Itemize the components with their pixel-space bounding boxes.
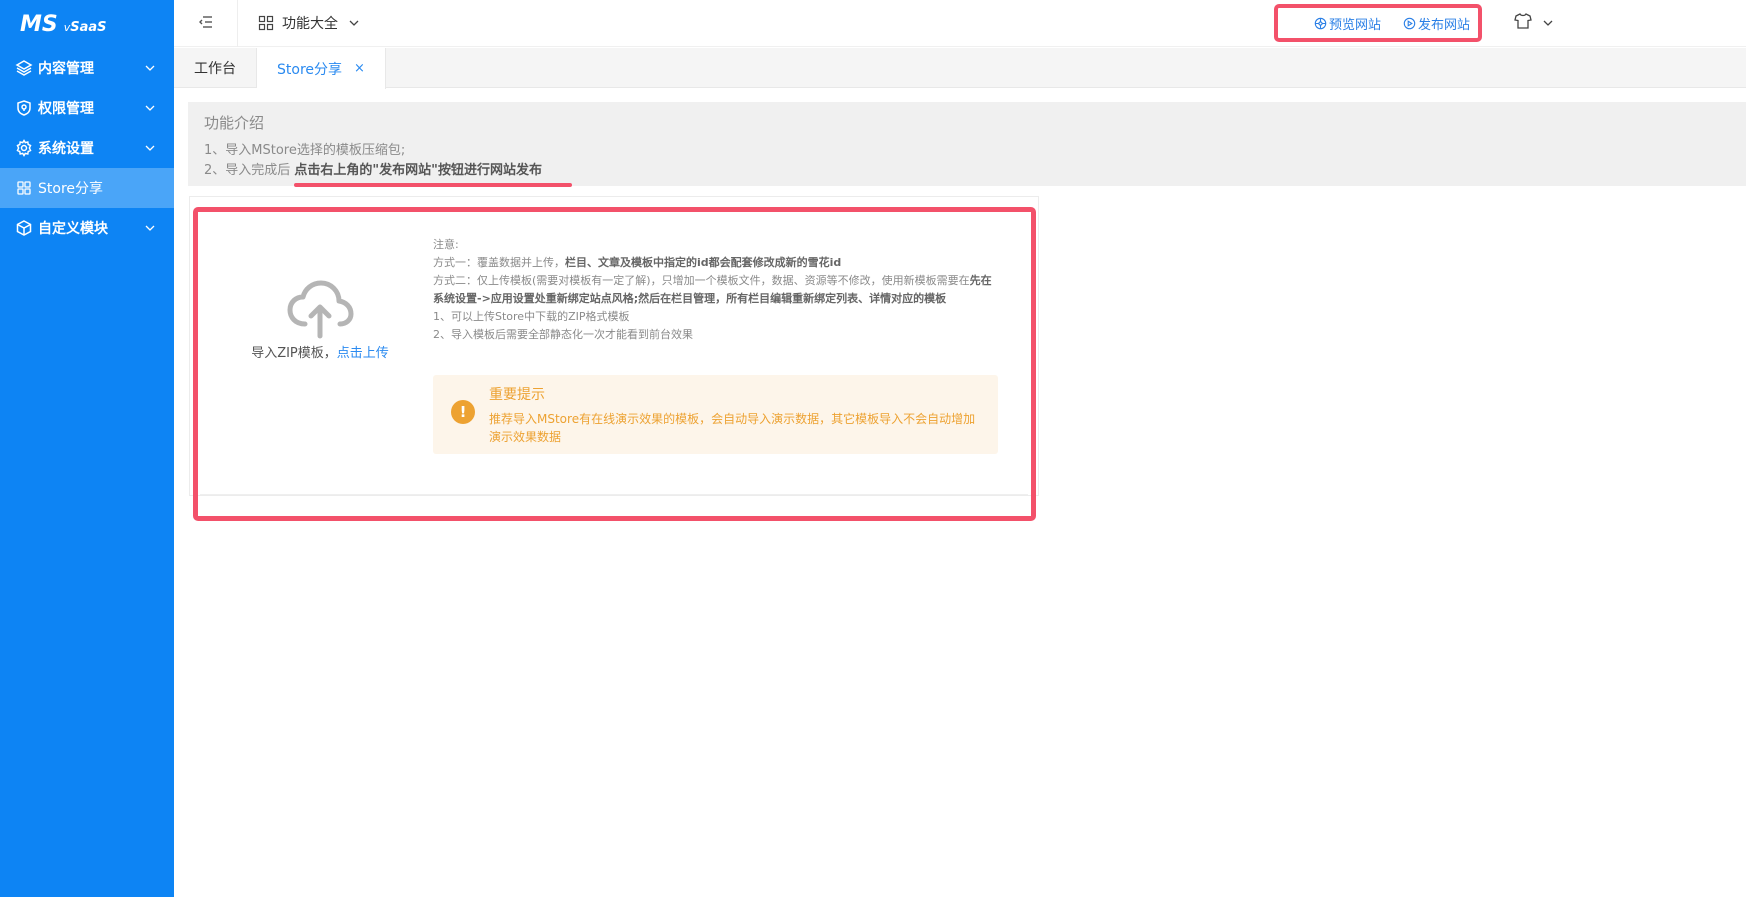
site-actions: 预览网站 发布网站 — [1274, 4, 1482, 42]
close-icon[interactable]: × — [354, 61, 365, 76]
sidebar: MS v SaaS 内容管理 权限管理 系统设置 Store分享 自定义模块 — [0, 0, 174, 897]
chevron-down-icon — [144, 222, 156, 234]
collapse-sidebar-button[interactable] — [174, 0, 238, 47]
sidebar-item-content[interactable]: 内容管理 — [0, 48, 174, 88]
shield-icon — [15, 99, 33, 117]
tab-bar: 工作台 Store分享 × — [174, 48, 1746, 89]
intro-title: 功能介绍 — [204, 114, 265, 132]
chevron-down-icon — [1542, 17, 1554, 29]
apps-icon — [258, 15, 274, 31]
tab-store-share[interactable]: Store分享 × — [257, 48, 386, 89]
intro-line-2-strong: 点击右上角的"发布网站"按钮进行网站发布 — [294, 163, 542, 178]
chevron-down-icon — [144, 102, 156, 114]
app-root: MS v SaaS 内容管理 权限管理 系统设置 Store分享 自定义模块 功… — [0, 0, 1746, 897]
gear-icon — [15, 139, 33, 157]
sidebar-item-label: 自定义模块 — [38, 221, 108, 237]
publish-site-link[interactable]: 发布网站 — [1403, 14, 1470, 33]
function-menu[interactable]: 功能大全 — [258, 13, 360, 33]
chevron-down-icon — [144, 62, 156, 74]
sidebar-item-label: Store分享 — [38, 181, 104, 197]
logo-saas: SaaS — [70, 19, 107, 35]
topbar: 功能大全 — [174, 0, 1746, 47]
sidebar-item-custom-module[interactable]: 自定义模块 — [0, 208, 174, 248]
tab-label: Store分享 — [277, 61, 343, 78]
layers-icon — [15, 59, 33, 77]
logo[interactable]: MS v SaaS — [0, 0, 174, 48]
sidebar-item-label: 内容管理 — [38, 61, 94, 77]
sidebar-item-store-share[interactable]: Store分享 — [0, 168, 174, 208]
intro-line-2-prefix: 2、导入完成后 — [204, 163, 295, 178]
publish-site-label: 发布网站 — [1417, 17, 1470, 33]
intro-line-1: 1、导入MStore选择的模板压缩包; — [204, 143, 406, 158]
cube-icon — [15, 219, 33, 237]
feature-intro: 功能介绍 1、导入MStore选择的模板压缩包; 2、导入完成后 点击右上角的"… — [188, 102, 1746, 186]
tab-workbench[interactable]: 工作台 — [174, 48, 257, 88]
logo-ms: MS — [20, 11, 58, 37]
function-menu-label: 功能大全 — [282, 16, 338, 32]
chevron-down-icon — [348, 17, 360, 29]
intro-line-2: 2、导入完成后 点击右上角的"发布网站"按钮进行网站发布 — [204, 161, 1730, 181]
tshirt-icon — [1514, 13, 1532, 33]
menu-fold-icon — [198, 14, 214, 33]
grid-icon — [15, 179, 33, 197]
theme-switcher[interactable] — [1514, 13, 1554, 33]
highlight-underline — [294, 183, 572, 187]
preview-site-link[interactable]: 预览网站 — [1314, 14, 1381, 33]
play-circle-icon — [1403, 17, 1416, 29]
highlight-box — [193, 207, 1036, 521]
sidebar-item-permissions[interactable]: 权限管理 — [0, 88, 174, 128]
tab-label: 工作台 — [194, 61, 236, 77]
compass-icon — [1314, 17, 1327, 29]
sidebar-item-settings[interactable]: 系统设置 — [0, 128, 174, 168]
preview-site-label: 预览网站 — [1328, 17, 1381, 33]
chevron-down-icon — [144, 142, 156, 154]
sidebar-item-label: 系统设置 — [38, 141, 94, 157]
sidebar-item-label: 权限管理 — [38, 101, 94, 117]
